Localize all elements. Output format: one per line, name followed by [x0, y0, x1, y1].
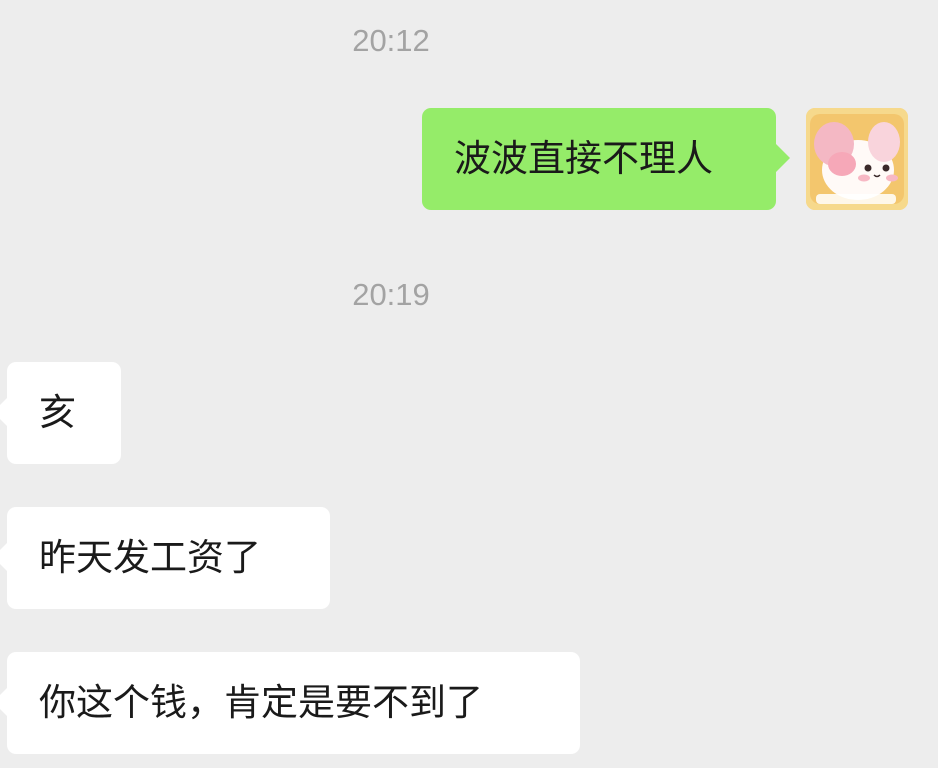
message-timestamp: 20:19	[352, 277, 430, 312]
message-timestamp: 20:12	[352, 23, 430, 58]
received-message-bubble[interactable]: 昨天发工资了	[0, 507, 330, 609]
cartoon-bunny-avatar-icon	[806, 108, 908, 210]
self-avatar-icon[interactable]	[806, 108, 908, 210]
received-message-bubble[interactable]: 亥	[0, 362, 121, 464]
sent-message-bubble[interactable]: 波波直接不理人	[422, 108, 790, 210]
received-message-bubble[interactable]: 你这个钱，肯定是要不到了	[0, 652, 580, 754]
